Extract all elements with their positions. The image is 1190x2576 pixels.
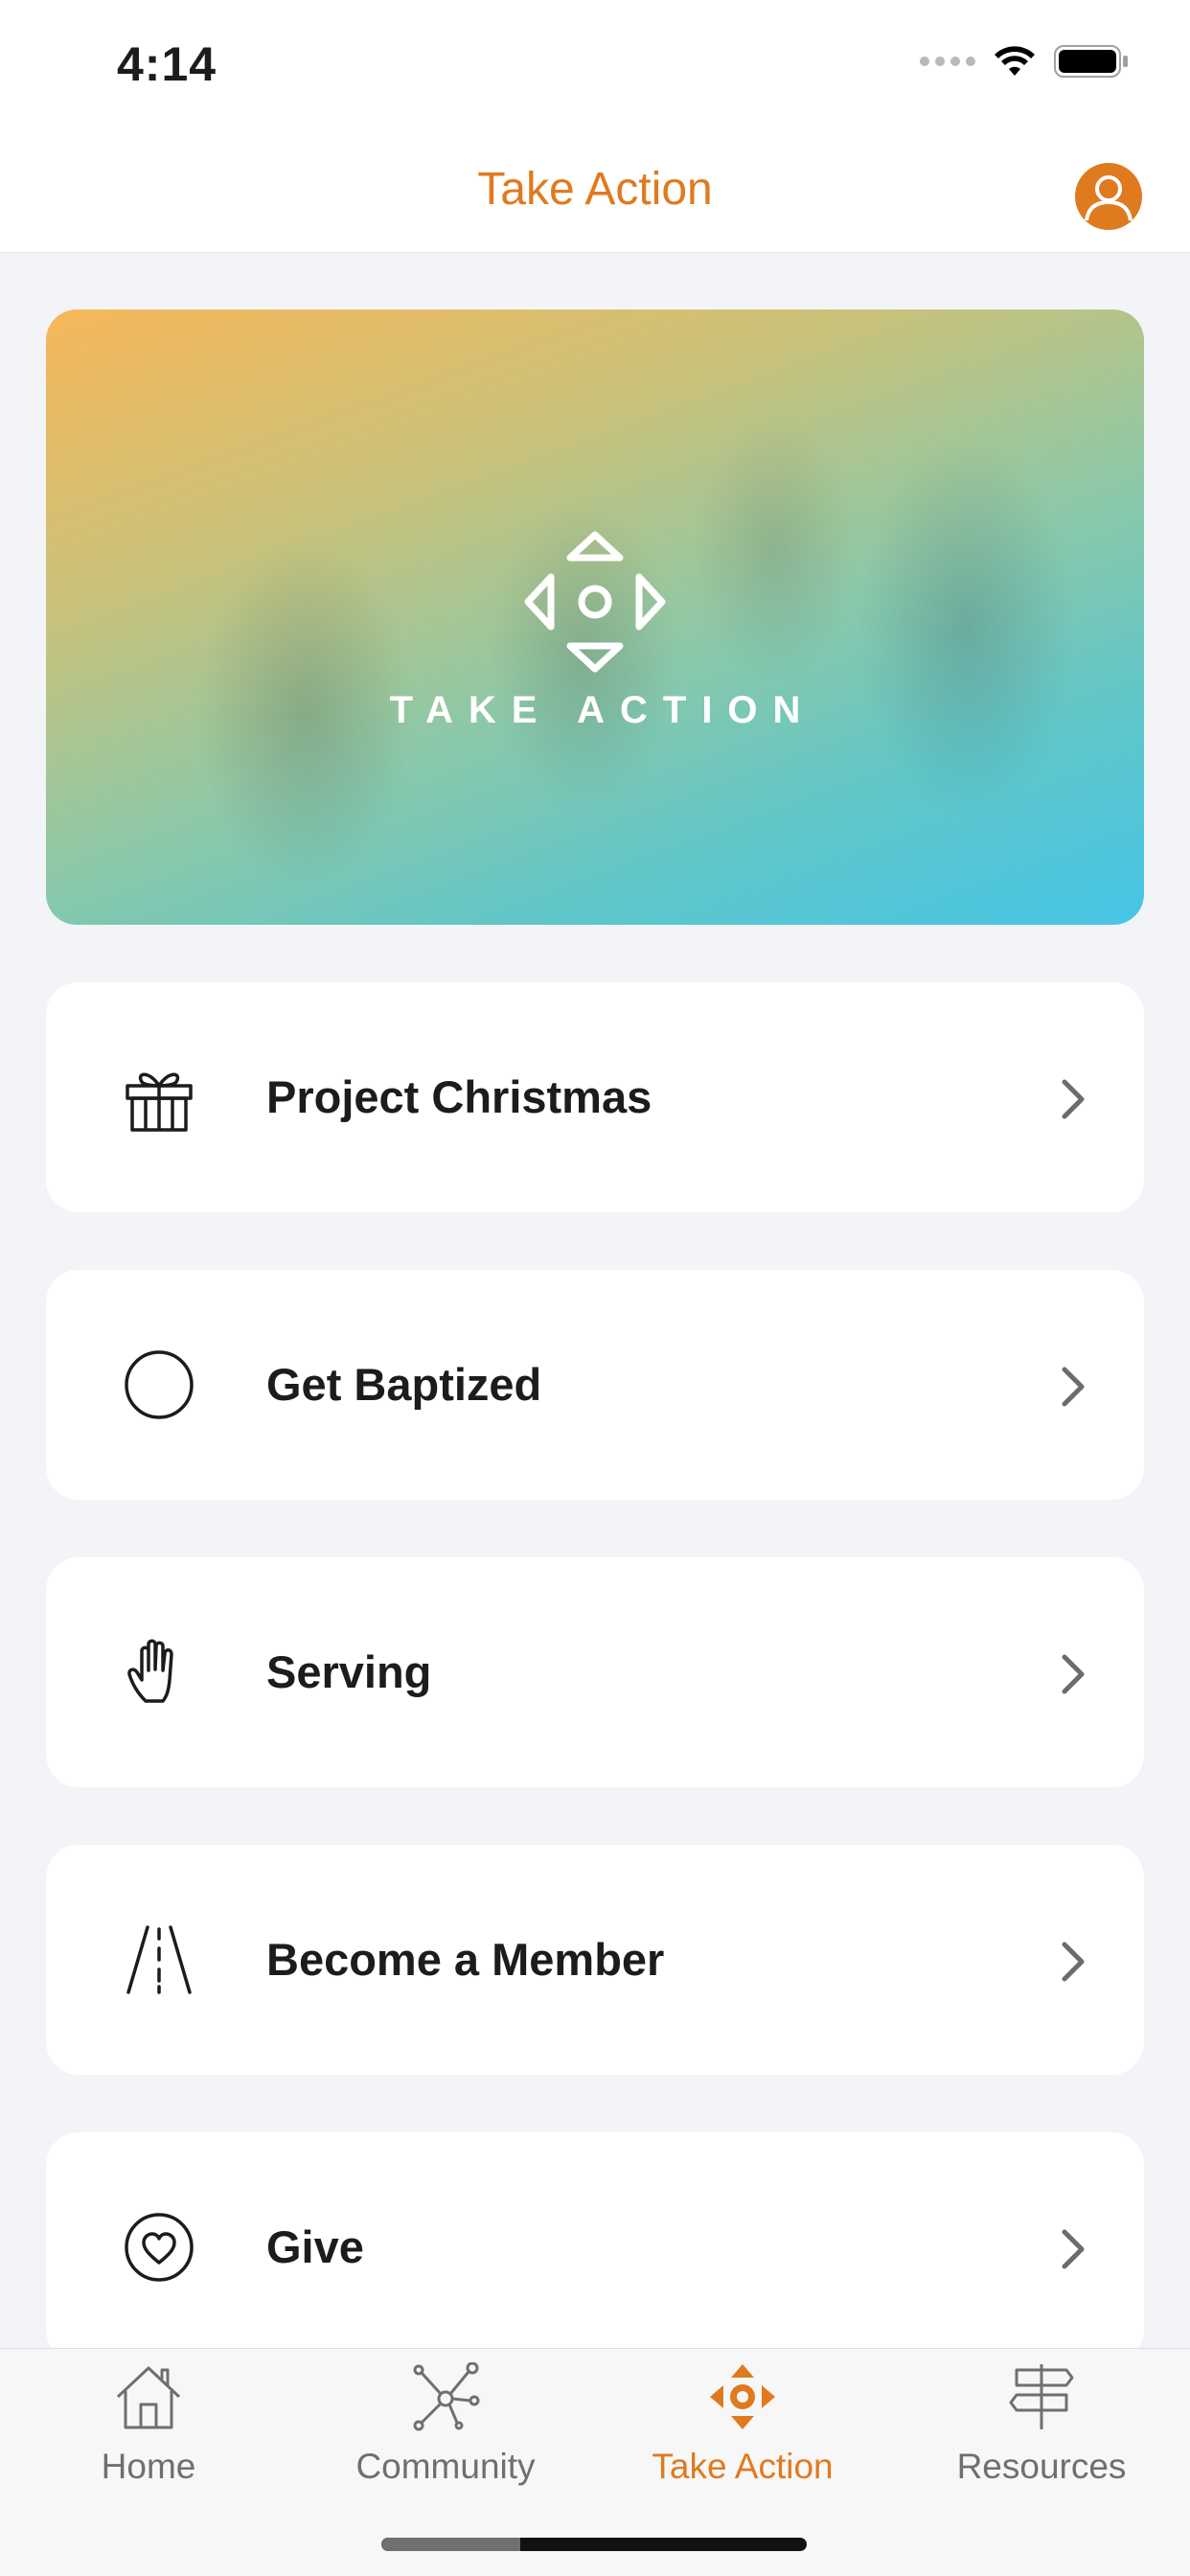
list-item-project-christmas[interactable]: Project Christmas	[46, 982, 1144, 1212]
chevron-right-icon	[1062, 1079, 1085, 1119]
user-avatar-icon	[1085, 175, 1133, 221]
take-action-icon	[710, 2364, 775, 2429]
status-icons	[920, 44, 1129, 79]
tab-resources[interactable]: Resources	[893, 2349, 1190, 2512]
profile-button[interactable]	[1075, 163, 1142, 230]
tab-take-action[interactable]: Take Action	[594, 2349, 891, 2512]
tab-community[interactable]: Community	[297, 2349, 594, 2512]
nav-bar: Take Action	[0, 134, 1190, 253]
take-action-logo-icon	[524, 531, 666, 673]
tab-label: Resources	[956, 2447, 1127, 2486]
tab-label: Community	[355, 2447, 536, 2486]
home-indicator[interactable]	[381, 2538, 807, 2551]
chevron-right-icon	[1062, 1942, 1085, 1982]
status-time: 4:14	[117, 37, 217, 91]
status-bar: 4:14	[0, 0, 1190, 134]
tab-home[interactable]: Home	[0, 2349, 297, 2512]
cellular-signal-icon	[920, 57, 975, 66]
hand-icon	[127, 1639, 173, 1703]
house-icon	[116, 2366, 181, 2429]
list-item-serving[interactable]: Serving	[46, 1557, 1144, 1787]
network-icon	[413, 2362, 480, 2431]
list-item-label: Get Baptized	[266, 1359, 542, 1410]
list-item-become-a-member[interactable]: Become a Member	[46, 1845, 1144, 2075]
hero-banner: TAKE ACTION	[46, 310, 1144, 925]
signpost-icon	[1009, 2364, 1074, 2429]
wifi-icon	[995, 46, 1035, 76]
hero-caption: TAKE ACTION	[389, 689, 816, 731]
gift-icon	[126, 1072, 193, 1132]
list-item-label: Serving	[266, 1646, 432, 1697]
battery-icon	[1054, 45, 1128, 78]
list-item-get-baptized[interactable]: Get Baptized	[46, 1270, 1144, 1500]
list-item-label: Give	[266, 2221, 364, 2272]
tab-label: Take Action	[652, 2447, 834, 2486]
list-item-label: Project Christmas	[266, 1071, 652, 1122]
chevron-right-icon	[1062, 1654, 1085, 1694]
chevron-right-icon	[1062, 2229, 1085, 2269]
page-title: Take Action	[477, 164, 713, 215]
list-item-give[interactable]: Give	[46, 2132, 1144, 2362]
list-item-label: Become a Member	[266, 1934, 665, 1985]
road-icon	[126, 1925, 192, 1994]
chevron-right-icon	[1062, 1367, 1085, 1407]
tab-label: Home	[101, 2447, 196, 2486]
circle-icon	[125, 1350, 194, 1419]
heart-circle-icon	[125, 2213, 194, 2282]
